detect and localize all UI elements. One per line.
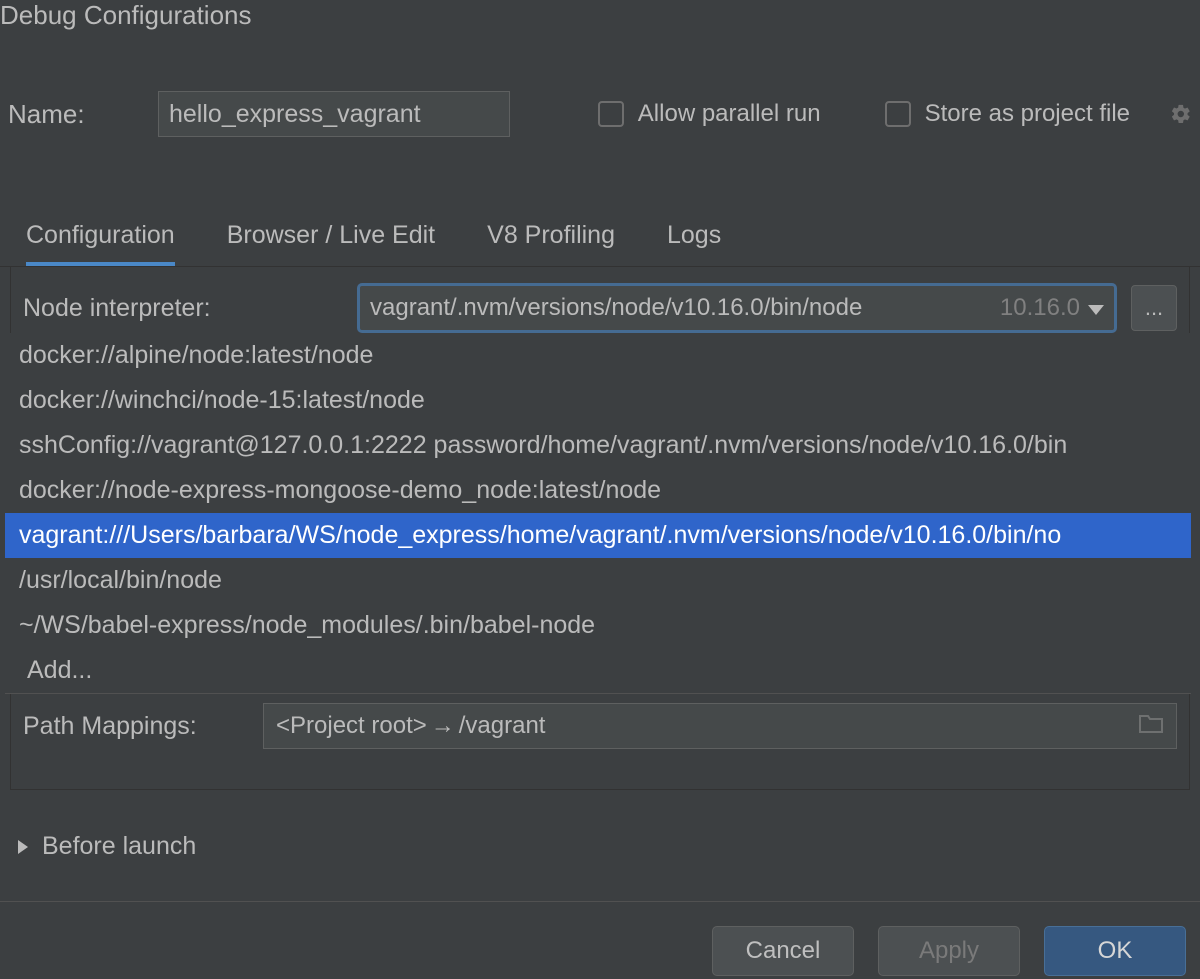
folder-icon[interactable] — [1138, 712, 1164, 741]
checkbox-icon — [598, 101, 624, 127]
chevron-down-icon — [1088, 294, 1104, 322]
dialog-button-bar: Cancel Apply OK — [0, 901, 1200, 976]
interpreter-dropdown: docker://alpine/node:latest/node docker:… — [5, 333, 1191, 694]
dropdown-item-selected[interactable]: vagrant:///Users/barbara/WS/node_express… — [5, 513, 1191, 558]
dropdown-item[interactable]: docker://alpine/node:latest/node — [5, 333, 1191, 378]
arrow-right-icon: → — [431, 712, 455, 740]
allow-parallel-checkbox[interactable]: Allow parallel run — [598, 100, 821, 128]
before-launch-label: Before launch — [42, 832, 196, 861]
dropdown-item[interactable]: ~/WS/babel-express/node_modules/.bin/bab… — [5, 603, 1191, 648]
path-mappings-input[interactable]: <Project root> → /vagrant — [263, 703, 1177, 749]
node-interpreter-value: vagrant/.nvm/versions/node/v10.16.0/bin/… — [370, 294, 984, 322]
tab-bar: Configuration Browser / Live Edit V8 Pro… — [0, 137, 1200, 267]
dropdown-item[interactable]: docker://winchci/node-15:latest/node — [5, 378, 1191, 423]
apply-button[interactable]: Apply — [878, 926, 1020, 976]
node-interpreter-version: 10.16.0 — [984, 294, 1080, 322]
path-mappings-left: <Project root> — [276, 712, 427, 740]
tab-configuration[interactable]: Configuration — [26, 221, 175, 266]
name-label: Name: — [8, 99, 118, 130]
dropdown-item[interactable]: /usr/local/bin/node — [5, 558, 1191, 603]
configuration-panel: Node interpreter: vagrant/.nvm/versions/… — [10, 267, 1190, 790]
ok-button[interactable]: OK — [1044, 926, 1186, 976]
tab-browser-live-edit[interactable]: Browser / Live Edit — [227, 221, 435, 266]
dropdown-item[interactable]: sshConfig://vagrant@127.0.0.1:2222 passw… — [5, 423, 1191, 468]
gear-icon[interactable] — [1170, 103, 1192, 125]
allow-parallel-label: Allow parallel run — [638, 100, 821, 128]
browse-button[interactable]: ... — [1131, 285, 1177, 331]
store-project-label: Store as project file — [925, 100, 1130, 128]
cancel-button[interactable]: Cancel — [712, 926, 854, 976]
before-launch-section[interactable]: Before launch — [0, 790, 1200, 901]
checkbox-icon — [885, 101, 911, 127]
name-input[interactable] — [158, 91, 510, 137]
tab-v8-profiling[interactable]: V8 Profiling — [487, 221, 615, 266]
dropdown-item[interactable]: docker://node-express-mongoose-demo_node… — [5, 468, 1191, 513]
node-interpreter-label: Node interpreter: — [23, 294, 343, 323]
window-title: Debug Configurations — [0, 0, 1200, 41]
tab-logs[interactable]: Logs — [667, 221, 721, 266]
dropdown-add[interactable]: Add... — [5, 648, 1191, 693]
store-as-project-checkbox[interactable]: Store as project file — [885, 100, 1130, 128]
path-mappings-label: Path Mappings: — [23, 712, 233, 741]
path-mappings-right: /vagrant — [459, 712, 546, 740]
node-interpreter-select[interactable]: vagrant/.nvm/versions/node/v10.16.0/bin/… — [357, 283, 1117, 333]
triangle-right-icon — [18, 840, 28, 854]
